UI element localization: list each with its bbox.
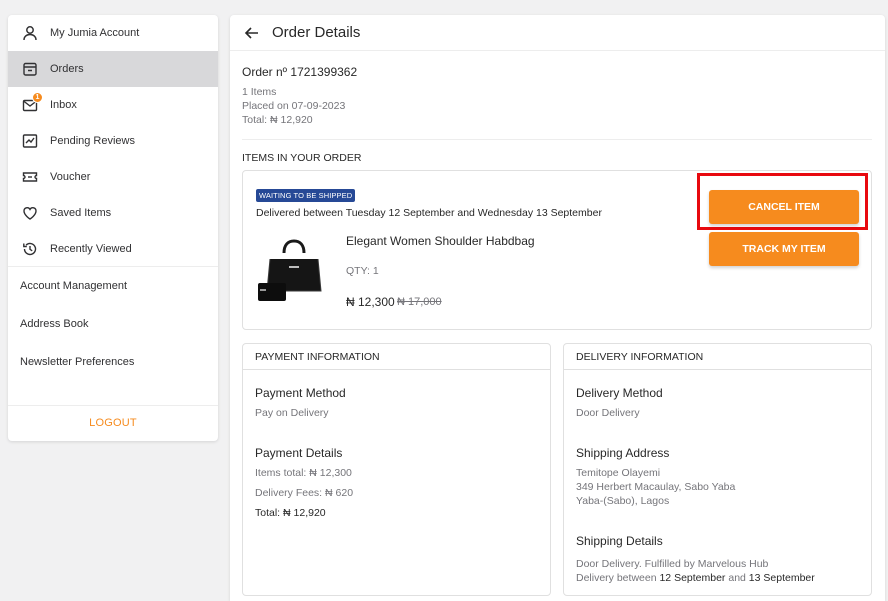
items-section-heading: ITEMS IN YOUR ORDER xyxy=(242,152,362,164)
payment-info-card: PAYMENT INFORMATION Payment Method Pay o… xyxy=(242,343,551,596)
shipping-address-name: Temitope Olayemi xyxy=(576,467,661,479)
sidebar-item-recently-viewed[interactable]: Recently Viewed xyxy=(8,231,218,267)
sidebar-link-address-book[interactable]: Address Book xyxy=(20,318,88,330)
sidebar-divider xyxy=(8,405,218,406)
sidebar-item-inbox[interactable]: 1 Inbox xyxy=(8,87,218,123)
history-icon xyxy=(21,241,38,258)
delivery-info-card: DELIVERY INFORMATION Delivery Method Doo… xyxy=(563,343,872,596)
delivery-method-value: Door Delivery xyxy=(576,407,640,419)
product-old-price: ₦ 17,000 xyxy=(397,296,442,308)
order-item-card: WAITING TO BE SHIPPED Delivered between … xyxy=(242,170,872,330)
user-icon xyxy=(21,25,38,42)
sidebar-item-label: Orders xyxy=(50,63,84,75)
order-placed-date: Placed on 07-09-2023 xyxy=(242,100,346,112)
product-image[interactable] xyxy=(256,233,332,309)
shipping-address-heading: Shipping Address xyxy=(576,446,670,460)
shipping-details-heading: Shipping Details xyxy=(576,534,663,548)
shipping-details-date-start: 12 September xyxy=(659,572,726,584)
payment-details-heading: Payment Details xyxy=(255,446,343,460)
delivery-card-title: DELIVERY INFORMATION xyxy=(564,344,871,370)
sidebar-item-label: Pending Reviews xyxy=(50,135,135,147)
payment-method-value: Pay on Delivery xyxy=(255,407,329,419)
track-item-button[interactable]: TRACK MY ITEM xyxy=(709,232,859,266)
payment-method-heading: Payment Method xyxy=(255,386,346,400)
voucher-icon xyxy=(21,169,38,186)
status-badge: WAITING TO BE SHIPPED xyxy=(256,189,356,202)
sidebar-item-my-account[interactable]: My Jumia Account xyxy=(8,15,218,51)
inbox-icon: 1 xyxy=(21,91,43,114)
review-icon xyxy=(21,133,38,150)
payment-items-total: Items total: ₦ 12,300 xyxy=(255,467,352,479)
sidebar-item-pending-reviews[interactable]: Pending Reviews xyxy=(8,123,218,159)
delivery-window: Delivered between Tuesday 12 September a… xyxy=(256,207,602,219)
shipping-details-mid: and xyxy=(725,572,749,584)
sidebar-item-voucher[interactable]: Voucher xyxy=(8,159,218,195)
sidebar-item-saved-items[interactable]: Saved Items xyxy=(8,195,218,231)
product-quantity: QTY: 1 xyxy=(346,265,379,277)
sidebar-item-label: My Jumia Account xyxy=(50,27,140,39)
sidebar-divider xyxy=(8,266,218,267)
inbox-badge: 1 xyxy=(32,91,43,103)
heart-icon xyxy=(21,205,38,222)
shipping-details-line1: Door Delivery. Fulfilled by Marvelous Hu… xyxy=(576,558,769,570)
back-arrow-icon[interactable] xyxy=(243,24,261,42)
product-name[interactable]: Elegant Women Shoulder Habdbag xyxy=(346,234,535,248)
payment-card-title: PAYMENT INFORMATION xyxy=(243,344,550,370)
order-details-panel: Order Details Order nº 1721399362 1 Item… xyxy=(230,15,885,601)
sidebar-item-orders[interactable]: Orders xyxy=(8,51,218,87)
sidebar-item-label: Saved Items xyxy=(50,207,112,219)
shipping-address-line2: Yaba-(Sabo), Lagos xyxy=(576,495,670,507)
shipping-address-line1: 349 Herbert Macaulay, Sabo Yaba xyxy=(576,481,736,493)
logout-button[interactable]: LOGOUT xyxy=(8,417,218,429)
shipping-details-line2: Delivery between 12 September and 13 Sep… xyxy=(576,571,815,585)
sidebar-item-label: Inbox xyxy=(50,99,77,111)
payment-delivery-fees: Delivery Fees: ₦ 620 xyxy=(255,487,354,499)
payment-total: Total: ₦ 12,920 xyxy=(255,507,326,519)
order-total: Total: ₦ 12,920 xyxy=(242,114,313,126)
page-header: Order Details xyxy=(230,15,885,51)
sidebar-item-label: Recently Viewed xyxy=(50,243,132,255)
order-items-count: 1 Items xyxy=(242,86,277,98)
product-price: ₦ 12,300 xyxy=(346,295,395,309)
cancel-item-button[interactable]: CANCEL ITEM xyxy=(709,190,859,224)
orders-icon xyxy=(21,61,38,78)
delivery-method-heading: Delivery Method xyxy=(576,386,663,400)
section-divider xyxy=(242,139,872,140)
shipping-details-date-end: 13 September xyxy=(748,572,815,584)
shipping-details-prefix: Delivery between xyxy=(576,572,660,584)
account-sidebar: My Jumia Account Orders 1 Inbox Pending … xyxy=(8,15,218,441)
page-title: Order Details xyxy=(272,24,361,41)
sidebar-link-newsletter-preferences[interactable]: Newsletter Preferences xyxy=(20,356,134,368)
sidebar-item-label: Voucher xyxy=(50,171,91,183)
sidebar-link-account-management[interactable]: Account Management xyxy=(20,280,127,292)
order-number: Order nº 1721399362 xyxy=(242,65,358,79)
